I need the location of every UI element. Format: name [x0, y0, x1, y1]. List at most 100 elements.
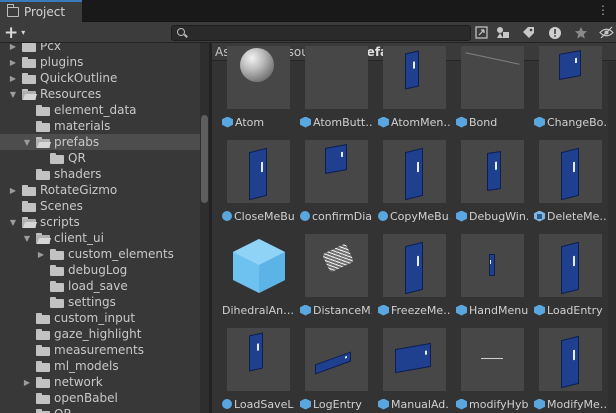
tree-item-custom-input[interactable]: custom_input [0, 310, 200, 326]
tree-item-pcx[interactable]: ▶ Pcx [0, 43, 200, 54]
asset-item-dihedralan[interactable]: DihedralAn… [212, 234, 294, 324]
asset-item-copymebu[interactable]: CopyMeBu… [368, 140, 450, 230]
tree-item-quickoutline[interactable]: ▶ QuickOutline [0, 70, 200, 86]
asset-thumbnail [539, 46, 602, 109]
asset-thumbnail [305, 328, 368, 391]
asset-item-distancem[interactable]: DistanceM… [290, 234, 372, 324]
asset-item-debugwin[interactable]: DebugWin… [446, 140, 528, 230]
asset-thumbnail [383, 140, 446, 203]
tree-item-settings[interactable]: settings [0, 294, 200, 310]
tree-item-element-data[interactable]: element_data [0, 102, 200, 118]
asset-item-changebo[interactable]: ChangeBo… [524, 46, 606, 136]
more-options-icon[interactable]: ⋮ [596, 3, 610, 17]
tree-item-materials[interactable]: materials [0, 118, 200, 134]
favorite-star-icon[interactable] [572, 24, 590, 41]
tree-item-network[interactable]: ▶ network [0, 374, 200, 390]
tree-item-plugins[interactable]: ▶ plugins [0, 54, 200, 70]
folder-icon [22, 200, 36, 212]
tree-item-custom-elements[interactable]: ▶ custom_elements [0, 246, 200, 262]
create-asset-button[interactable]: + ▾ [4, 24, 34, 41]
no-arrow-spacer [36, 150, 46, 166]
tree-item-gaze-highlight[interactable]: gaze_highlight [0, 326, 200, 342]
folder-icon [36, 408, 50, 413]
collapsed-arrow-icon[interactable]: ▶ [36, 246, 46, 262]
folder-icon [36, 328, 50, 340]
filter-by-type-icon[interactable] [494, 24, 512, 41]
asset-name: FreezeMe… [391, 303, 450, 317]
asset-item-confirmdia[interactable]: confirmDia… [290, 140, 372, 230]
collapsed-arrow-icon[interactable]: ▶ [8, 43, 18, 54]
search-by-type-icon[interactable] [472, 24, 490, 41]
tree-item-qr[interactable]: QR [0, 406, 200, 413]
asset-item-freezeme[interactable]: FreezeMe… [368, 234, 450, 324]
folder-icon [36, 104, 50, 116]
window-tab-bar: Project ⋮ [0, 0, 616, 22]
asset-item-logentry[interactable]: LogEntry [290, 328, 368, 413]
asset-item-atombutt[interactable]: AtomButt… [290, 46, 372, 136]
open-folder-icon [22, 88, 36, 100]
tree-item-label: plugins [40, 55, 84, 69]
tree-item-debuglog[interactable]: debugLog [0, 262, 200, 278]
asset-item-manualad[interactable]: ManualAd… [368, 328, 450, 413]
tree-item-client-ui[interactable]: ▼ client_ui [0, 230, 200, 246]
tree-item-load-save[interactable]: load_save [0, 278, 200, 294]
asset-item-handmenu[interactable]: HandMenu [446, 234, 528, 324]
asset-item-bond[interactable]: Bond [446, 46, 524, 136]
asset-item-deleteme[interactable]: DeleteMe… [524, 140, 606, 230]
collapsed-arrow-icon[interactable]: ▶ [8, 182, 18, 198]
asset-name: AtomMen… [391, 115, 450, 129]
tree-item-label: gaze_highlight [54, 327, 142, 341]
folder-icon [50, 280, 64, 292]
bond-preview [465, 52, 520, 65]
asset-grid: Atom AtomButt… AtomMen… Bond ChangeBo… CloseM… [212, 46, 616, 413]
hidden-packages-icon[interactable] [597, 24, 615, 41]
folder-icon [36, 392, 50, 404]
expanded-arrow-icon[interactable]: ▼ [8, 214, 18, 230]
tree-item-label: Pcx [40, 43, 61, 53]
collapsed-arrow-icon[interactable]: ▶ [8, 54, 18, 70]
prefab-icon [456, 304, 467, 316]
tree-item-rotategizmo[interactable]: ▶ RotateGizmo [0, 182, 200, 198]
expanded-arrow-icon[interactable]: ▼ [8, 86, 18, 102]
asset-item-modifyhybr[interactable]: modifyHybr… [446, 328, 528, 413]
asset-item-atom[interactable]: Atom [212, 46, 290, 136]
tree-item-openbabel[interactable]: openBabel [0, 390, 200, 406]
asset-label: DebugWin… [456, 209, 528, 223]
panel-preview [559, 50, 581, 80]
no-arrow-spacer [22, 166, 32, 182]
no-arrow-spacer [22, 406, 32, 413]
expanded-arrow-icon[interactable]: ▼ [22, 134, 32, 150]
warning-icon[interactable] [546, 24, 564, 41]
asset-thumbnail [305, 46, 368, 109]
no-arrow-spacer [36, 262, 46, 278]
asset-item-loadentry[interactable]: LoadEntry [524, 234, 603, 324]
collapsed-arrow-icon[interactable]: ▶ [22, 374, 32, 390]
folder-icon [7, 4, 19, 17]
tree-item-label: QR [54, 407, 72, 413]
folder-icon [50, 296, 64, 308]
tree-item-qr[interactable]: QR [0, 150, 200, 166]
prefab-variant-icon [222, 399, 232, 409]
search-box[interactable] [171, 25, 471, 41]
tree-scrollbar-thumb[interactable] [201, 115, 208, 203]
asset-name: ManualAd… [391, 397, 450, 411]
tree-item-scripts[interactable]: ▼ scripts [0, 214, 200, 230]
tree-item-ml-models[interactable]: ml_models [0, 358, 200, 374]
asset-item-modifyme[interactable]: ModifyMe… [524, 328, 606, 413]
expanded-arrow-icon[interactable]: ▼ [22, 230, 32, 246]
tree-item-prefabs[interactable]: ▼ prefabs [0, 134, 200, 150]
asset-item-atommen[interactable]: AtomMen… [368, 46, 450, 136]
tree-item-scenes[interactable]: Scenes [0, 198, 200, 214]
model-prefab-icon [534, 210, 545, 222]
tree-scrollbar[interactable] [200, 43, 209, 413]
tag-icon[interactable] [519, 24, 537, 41]
tree-item-measurements[interactable]: measurements [0, 342, 200, 358]
tab-project[interactable]: Project [0, 0, 82, 22]
tree-item-shaders[interactable]: shaders [0, 166, 200, 182]
search-input[interactable] [188, 26, 468, 40]
collapsed-arrow-icon[interactable]: ▶ [8, 70, 18, 86]
asset-scrollbar[interactable] [608, 62, 616, 413]
asset-item-closemebu[interactable]: CloseMeBu… [212, 140, 294, 230]
asset-item-loadsavel[interactable]: LoadSaveL… [212, 328, 294, 413]
tree-item-resources[interactable]: ▼ Resources [0, 86, 200, 102]
